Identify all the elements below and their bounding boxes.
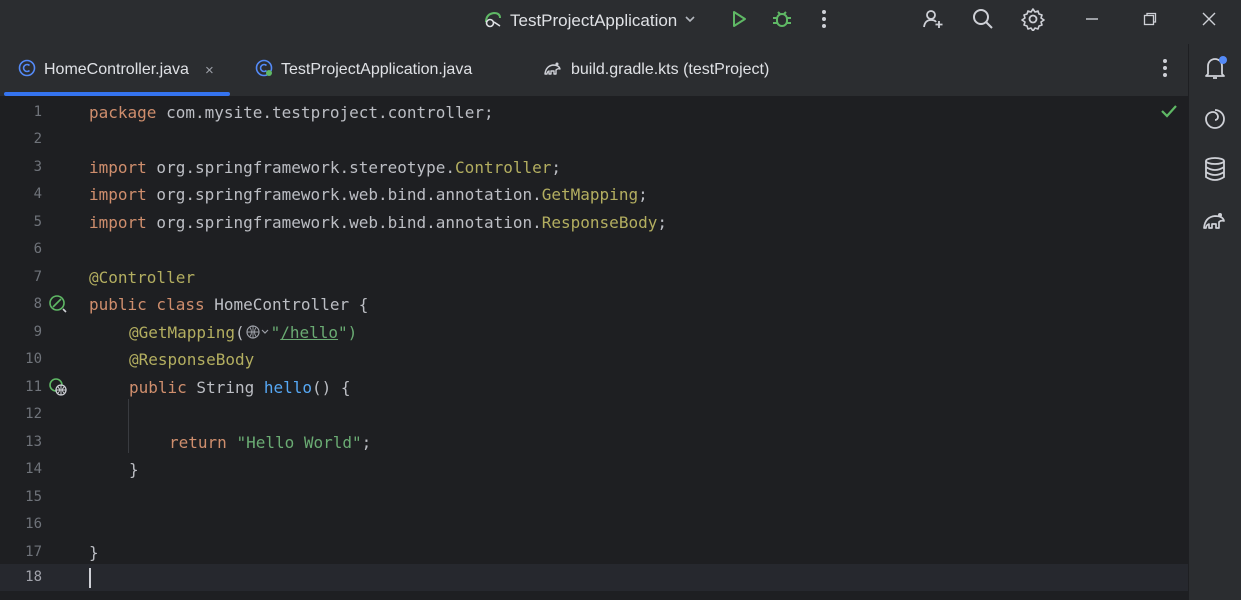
notifications-button[interactable] bbox=[1201, 55, 1229, 86]
ai-assistant-button[interactable] bbox=[1201, 107, 1229, 135]
line-number: 12 bbox=[25, 406, 42, 422]
gradle-icon bbox=[1202, 209, 1228, 236]
code-line-3: import org.springframework.stereotype.Co… bbox=[89, 158, 562, 177]
spring-class-icon bbox=[255, 59, 273, 82]
gear-icon bbox=[1021, 7, 1045, 36]
code-editor[interactable]: 1 2 3 4 5 6 7 8 9 10 11 12 13 14 15 16 1… bbox=[0, 97, 1188, 600]
java-class-icon bbox=[18, 59, 36, 82]
code-with-me-button[interactable] bbox=[918, 6, 948, 36]
play-icon bbox=[729, 9, 749, 34]
code-line-11: public String hello() { bbox=[129, 378, 351, 397]
run-button[interactable] bbox=[724, 6, 754, 36]
code-line-8: public class HomeController { bbox=[89, 295, 369, 314]
tab-homecontroller[interactable]: HomeController.java × bbox=[4, 44, 230, 96]
line-number: 13 bbox=[25, 434, 42, 450]
code-line-1: package com.mysite.testproject.controlle… bbox=[89, 103, 494, 122]
debug-button[interactable] bbox=[767, 6, 797, 36]
gradle-tool-button[interactable] bbox=[1201, 208, 1229, 236]
line-number: 15 bbox=[25, 489, 42, 505]
more-actions-button[interactable] bbox=[809, 6, 839, 36]
line-number: 3 bbox=[33, 159, 42, 175]
right-tool-strip bbox=[1188, 44, 1241, 600]
tab-label: TestProjectApplication.java bbox=[281, 61, 473, 78]
code-line-7: @Controller bbox=[89, 268, 195, 287]
line-number: 2 bbox=[33, 131, 42, 147]
vertical-dots-icon bbox=[821, 9, 827, 34]
run-configuration-selector[interactable]: TestProjectApplication bbox=[482, 8, 697, 34]
line-number: 5 bbox=[33, 214, 42, 230]
tab-label: HomeController.java bbox=[44, 61, 189, 78]
line-number: 14 bbox=[25, 461, 42, 477]
code-line-14: } bbox=[129, 460, 139, 479]
restore-icon bbox=[1143, 12, 1157, 31]
spring-bean-gutter-icon[interactable] bbox=[48, 294, 68, 314]
line-number: 16 bbox=[25, 516, 42, 532]
line-number: 17 bbox=[25, 544, 42, 560]
url-link[interactable]: /hello bbox=[280, 323, 338, 342]
line-number: 10 bbox=[25, 351, 42, 367]
indent-guide bbox=[128, 399, 129, 453]
minimize-icon bbox=[1085, 12, 1099, 31]
vertical-dots-icon bbox=[1162, 58, 1168, 83]
chevron-down-icon bbox=[683, 11, 697, 31]
bug-icon bbox=[771, 8, 793, 35]
line-number: 18 bbox=[25, 569, 42, 585]
tab-close-button[interactable]: × bbox=[205, 62, 214, 79]
line-number: 7 bbox=[33, 269, 42, 285]
search-button[interactable] bbox=[968, 6, 998, 36]
gradle-icon bbox=[543, 59, 563, 82]
bell-icon bbox=[1202, 55, 1228, 86]
tab-options-button[interactable] bbox=[1150, 55, 1180, 85]
minimize-button[interactable] bbox=[1077, 6, 1107, 36]
text-caret bbox=[89, 568, 91, 588]
line-number: 8 bbox=[33, 296, 42, 312]
code-line-17: } bbox=[89, 543, 99, 562]
run-configuration-label: TestProjectApplication bbox=[510, 11, 678, 30]
close-window-button[interactable] bbox=[1194, 6, 1224, 36]
code-line-4: import org.springframework.web.bind.anno… bbox=[89, 185, 648, 204]
code-line-13: return "Hello World"; bbox=[169, 433, 372, 452]
tab-testprojectapplication[interactable]: TestProjectApplication.java bbox=[255, 44, 472, 96]
spiral-icon bbox=[1202, 106, 1228, 137]
spring-run-icon bbox=[482, 8, 504, 35]
line-number: 9 bbox=[33, 324, 42, 340]
request-mapping-gutter-icon[interactable] bbox=[48, 377, 68, 397]
settings-button[interactable] bbox=[1018, 6, 1048, 36]
search-icon bbox=[971, 7, 995, 36]
database-icon bbox=[1203, 156, 1227, 187]
title-bar: TestProjectApplication bbox=[0, 0, 1241, 44]
no-problems-check-icon[interactable] bbox=[1160, 103, 1178, 124]
database-button[interactable] bbox=[1201, 156, 1229, 187]
code-line-10: @ResponseBody bbox=[129, 350, 255, 369]
tab-label: build.gradle.kts (testProject) bbox=[571, 61, 770, 78]
editor-tab-bar: HomeController.java × TestProjectApplica… bbox=[0, 44, 1188, 97]
code-line-5: import org.springframework.web.bind.anno… bbox=[89, 213, 667, 232]
add-user-icon bbox=[921, 7, 945, 36]
line-number: 11 bbox=[25, 379, 42, 395]
line-number: 6 bbox=[33, 241, 42, 257]
current-line-highlight bbox=[0, 564, 1188, 591]
globe-inlay-icon[interactable] bbox=[246, 320, 270, 347]
line-number: 4 bbox=[33, 186, 42, 202]
line-number: 1 bbox=[33, 104, 42, 120]
close-icon bbox=[1202, 12, 1216, 31]
code-line-9: @GetMapping("/hello") bbox=[129, 319, 357, 346]
tab-build-gradle[interactable]: build.gradle.kts (testProject) bbox=[543, 44, 769, 96]
restore-button[interactable] bbox=[1135, 6, 1165, 36]
